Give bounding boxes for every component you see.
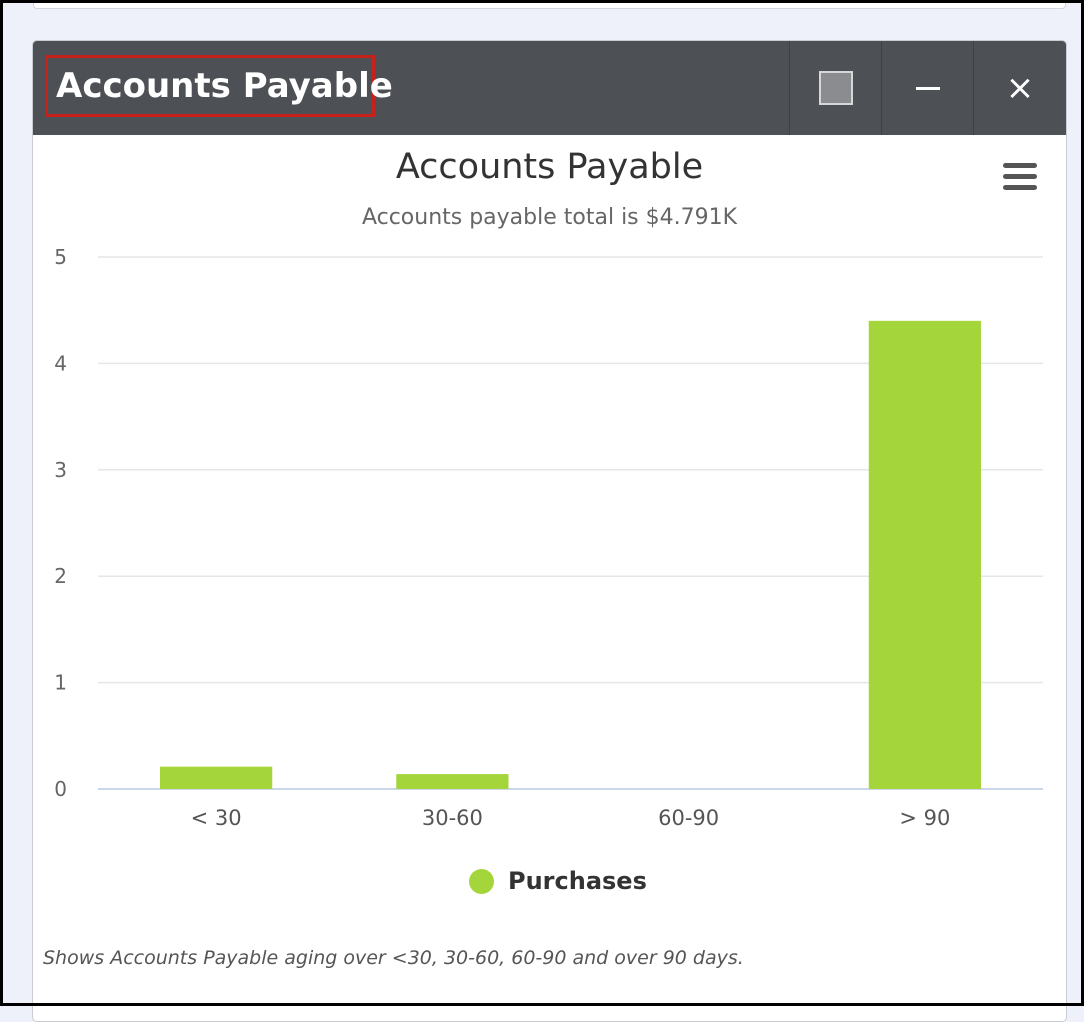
y-tick-label: 1 bbox=[54, 671, 67, 695]
bar-2 bbox=[396, 774, 509, 789]
y-tick-label: 2 bbox=[54, 564, 67, 588]
legend-label: Purchases bbox=[508, 867, 647, 895]
x-tick-label: 30-60 bbox=[422, 806, 483, 830]
bar-chart: 0 1 2 3 4 5 < 30 30-60 60-90 > 90 bbox=[54, 245, 1043, 830]
x-tick-label: < 30 bbox=[191, 806, 242, 830]
y-tick-label: 0 bbox=[54, 777, 67, 801]
bar-4 bbox=[868, 320, 981, 789]
widget-footnote: Shows Accounts Payable aging over <30, 3… bbox=[43, 947, 744, 969]
y-tick-label: 3 bbox=[54, 458, 67, 482]
legend-marker bbox=[469, 868, 494, 894]
x-tick-label: 60-90 bbox=[658, 806, 719, 830]
previous-widget-edge bbox=[33, 0, 1066, 9]
y-tick-label: 4 bbox=[54, 351, 67, 375]
accounts-payable-widget: Accounts Payable × Accounts Payable Acco… bbox=[32, 40, 1067, 1022]
bar-1 bbox=[160, 766, 273, 789]
x-tick-label: > 90 bbox=[899, 806, 950, 830]
legend-item-purchases[interactable]: Purchases bbox=[469, 867, 647, 895]
y-tick-label: 5 bbox=[54, 245, 67, 269]
